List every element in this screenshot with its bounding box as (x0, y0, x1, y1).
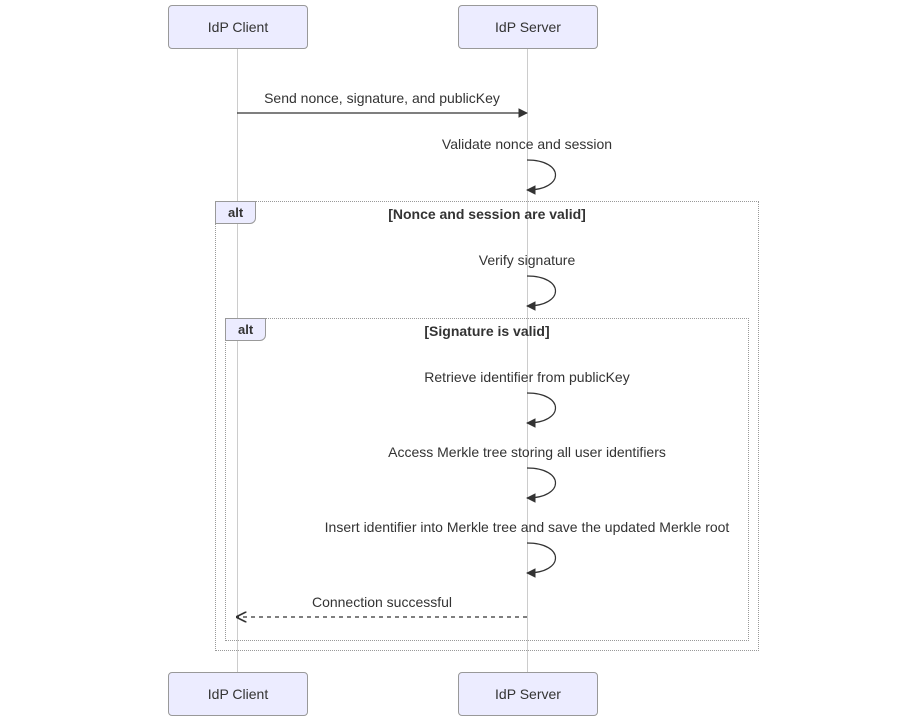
actor-server-bottom: IdP Server (458, 672, 598, 716)
alt-guard-outer: [Nonce and session are valid] (388, 206, 586, 222)
alt-box-inner: alt [Signature is valid] (225, 318, 749, 641)
msg-label-6: Insert identifier into Merkle tree and s… (325, 519, 730, 535)
msg-label-2: Validate nonce and session (442, 136, 612, 152)
alt-guard-inner: [Signature is valid] (424, 323, 549, 339)
sequence-diagram: alt [Nonce and session are valid] alt [S… (0, 0, 910, 721)
alt-tag-outer: alt (215, 201, 256, 224)
alt-tag-inner: alt (225, 318, 266, 341)
msg-label-7: Connection successful (312, 594, 452, 610)
actor-server-top: IdP Server (458, 5, 598, 49)
actor-client-bottom: IdP Client (168, 672, 308, 716)
actor-server-top-label: IdP Server (495, 19, 561, 35)
actor-client-bottom-label: IdP Client (208, 686, 268, 702)
msg-label-3: Verify signature (479, 252, 576, 268)
actor-server-bottom-label: IdP Server (495, 686, 561, 702)
msg-label-5: Access Merkle tree storing all user iden… (388, 444, 666, 460)
msg-label-4: Retrieve identifier from publicKey (424, 369, 629, 385)
actor-client-top: IdP Client (168, 5, 308, 49)
msg-label-1: Send nonce, signature, and publicKey (264, 90, 500, 106)
actor-client-top-label: IdP Client (208, 19, 268, 35)
